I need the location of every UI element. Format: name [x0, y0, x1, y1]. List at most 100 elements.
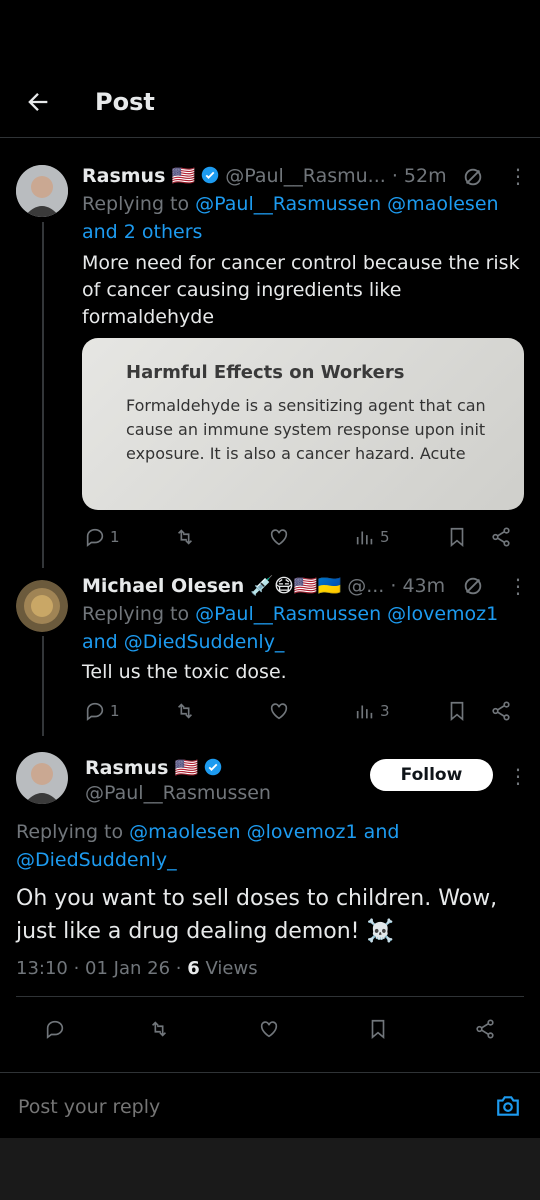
- share-icon: [492, 527, 510, 547]
- author-handle[interactable]: @Paul__Rasmussen: [85, 782, 271, 804]
- analytics-icon: [356, 705, 373, 719]
- repost-button[interactable]: [174, 700, 196, 722]
- tweet-actions: 1 5: [0, 526, 540, 552]
- reply-button[interactable]: [44, 1018, 66, 1040]
- grok-icon[interactable]: [462, 166, 484, 188]
- tweet-author-row: Michael Olesen 💉😷🇺🇸🇺🇦 @... · 43m: [82, 574, 445, 597]
- share-icon: [476, 1019, 494, 1039]
- share-button[interactable]: [490, 526, 512, 548]
- replying-to-handles[interactable]: @Paul__Rasmussen @maolesen: [195, 193, 498, 215]
- replying-to: Replying to @Paul__Rasmussen @lovemoz1 a…: [82, 600, 522, 656]
- reply-button[interactable]: 1: [84, 526, 120, 548]
- author-name[interactable]: Rasmus: [82, 165, 165, 187]
- avatar[interactable]: [16, 752, 68, 804]
- flag-emoji: 🇺🇸: [171, 165, 196, 187]
- media-line: exposure. It is also a cancer hazard. Ac…: [126, 444, 466, 463]
- page-title: Post: [95, 88, 155, 116]
- post-time: · 43m: [390, 575, 446, 597]
- tweet-text: Tell us the toxic dose.: [82, 661, 287, 683]
- bookmark-icon: [450, 527, 464, 548]
- replying-prefix: Replying to: [82, 193, 190, 215]
- flag-emoji: 🇺🇸: [174, 757, 199, 779]
- follow-button[interactable]: Follow: [370, 759, 493, 791]
- media-image[interactable]: Harmful Effects on Workers Formaldehyde …: [82, 338, 524, 510]
- heart-icon: [270, 529, 288, 546]
- author-handle[interactable]: @...: [347, 575, 384, 597]
- thread-connector: [42, 222, 44, 568]
- replying-to-others[interactable]: and 2 others: [82, 221, 202, 243]
- repost-icon: [177, 703, 193, 719]
- views-label: Views: [205, 958, 258, 979]
- bookmark-button[interactable]: [367, 1018, 389, 1040]
- replying-to-handles[interactable]: @maolesen @lovemoz1: [129, 821, 357, 843]
- reply-count: 1: [110, 702, 120, 720]
- bookmark-icon: [371, 1019, 385, 1040]
- replying-to: Replying to @Paul__Rasmussen @maolesen a…: [82, 190, 522, 246]
- view-count: 5: [380, 528, 390, 546]
- media-line: cause an immune system response upon ini…: [126, 420, 486, 439]
- like-button[interactable]: [258, 1018, 280, 1040]
- author-name[interactable]: Michael Olesen: [82, 575, 244, 597]
- repost-button[interactable]: [148, 1018, 170, 1040]
- views-count: 6: [187, 958, 200, 979]
- reply-icon: [86, 702, 104, 721]
- main-post-text: Oh you want to sell doses to children. W…: [16, 886, 498, 944]
- analytics-icon: [356, 531, 373, 545]
- heart-icon: [270, 703, 288, 720]
- replying-to-handles[interactable]: @Paul__Rasmussen @lovemoz1: [195, 603, 498, 625]
- more-options-icon[interactable]: ⋮: [508, 164, 528, 188]
- view-count: 3: [380, 702, 390, 720]
- grok-icon[interactable]: [462, 575, 484, 597]
- post-timestamp: 13:10 · 01 Jan 26 ·: [16, 958, 182, 979]
- replying-prefix: Replying to: [16, 821, 124, 843]
- tweet-text: More need for cancer control because the…: [82, 252, 520, 328]
- post-meta: 13:10 · 01 Jan 26 · 6 Views: [16, 958, 258, 979]
- verified-badge-icon: [204, 758, 222, 776]
- reply-count: 1: [110, 528, 120, 546]
- repost-icon: [151, 1021, 167, 1037]
- like-button[interactable]: [268, 700, 290, 722]
- reply-icon: [46, 1020, 64, 1039]
- replying-to-handle[interactable]: @DiedSuddenly_: [16, 849, 177, 871]
- camera-icon[interactable]: [495, 1093, 521, 1119]
- like-button[interactable]: [268, 526, 290, 548]
- reply-input[interactable]: [16, 1089, 480, 1125]
- repost-icon: [177, 529, 193, 545]
- replying-and: and: [82, 631, 118, 653]
- main-author-row: Rasmus 🇺🇸: [85, 756, 222, 779]
- bookmark-button[interactable]: [446, 700, 468, 722]
- author-handle[interactable]: @Paul__Rasmu...: [225, 165, 386, 187]
- back-arrow-icon[interactable]: [24, 88, 52, 116]
- share-button[interactable]: [474, 1018, 496, 1040]
- repost-button[interactable]: [174, 526, 196, 548]
- replying-to-handle[interactable]: @DiedSuddenly_: [124, 631, 285, 653]
- more-options-icon[interactable]: ⋮: [508, 574, 528, 598]
- post-time: · 52m: [391, 165, 447, 187]
- media-body: Formaldehyde is a sensitizing agent that…: [126, 394, 486, 466]
- reply-button[interactable]: 1: [84, 700, 120, 722]
- avatar[interactable]: [16, 165, 68, 217]
- system-nav-bar: [0, 1138, 540, 1200]
- reply-icon: [86, 528, 104, 547]
- heart-icon: [260, 1021, 278, 1038]
- replying-and: and: [363, 821, 400, 843]
- top-bar: Post: [0, 0, 540, 138]
- views-button[interactable]: 5: [354, 526, 390, 548]
- divider: [16, 996, 524, 997]
- bookmark-icon: [450, 701, 464, 722]
- verified-badge-icon: [201, 166, 219, 184]
- replying-to: Replying to @maolesen @lovemoz1 and @Die…: [16, 818, 516, 874]
- author-name[interactable]: Rasmus: [85, 757, 168, 779]
- media-line: Formaldehyde is a sensitizing agent that…: [126, 396, 486, 415]
- replying-prefix: Replying to: [82, 603, 190, 625]
- reply-composer: [0, 1072, 540, 1138]
- bookmark-button[interactable]: [446, 526, 468, 548]
- tweet-author-row: Rasmus 🇺🇸 @Paul__Rasmu... · 52m: [82, 164, 447, 187]
- avatar[interactable]: [16, 580, 68, 632]
- views-button[interactable]: 3: [354, 700, 390, 722]
- more-options-icon[interactable]: ⋮: [508, 764, 528, 788]
- tweet-actions: 1 3: [0, 700, 540, 726]
- share-icon: [492, 701, 510, 721]
- flag-emoji: 💉😷🇺🇸🇺🇦: [250, 575, 342, 597]
- share-button[interactable]: [490, 700, 512, 722]
